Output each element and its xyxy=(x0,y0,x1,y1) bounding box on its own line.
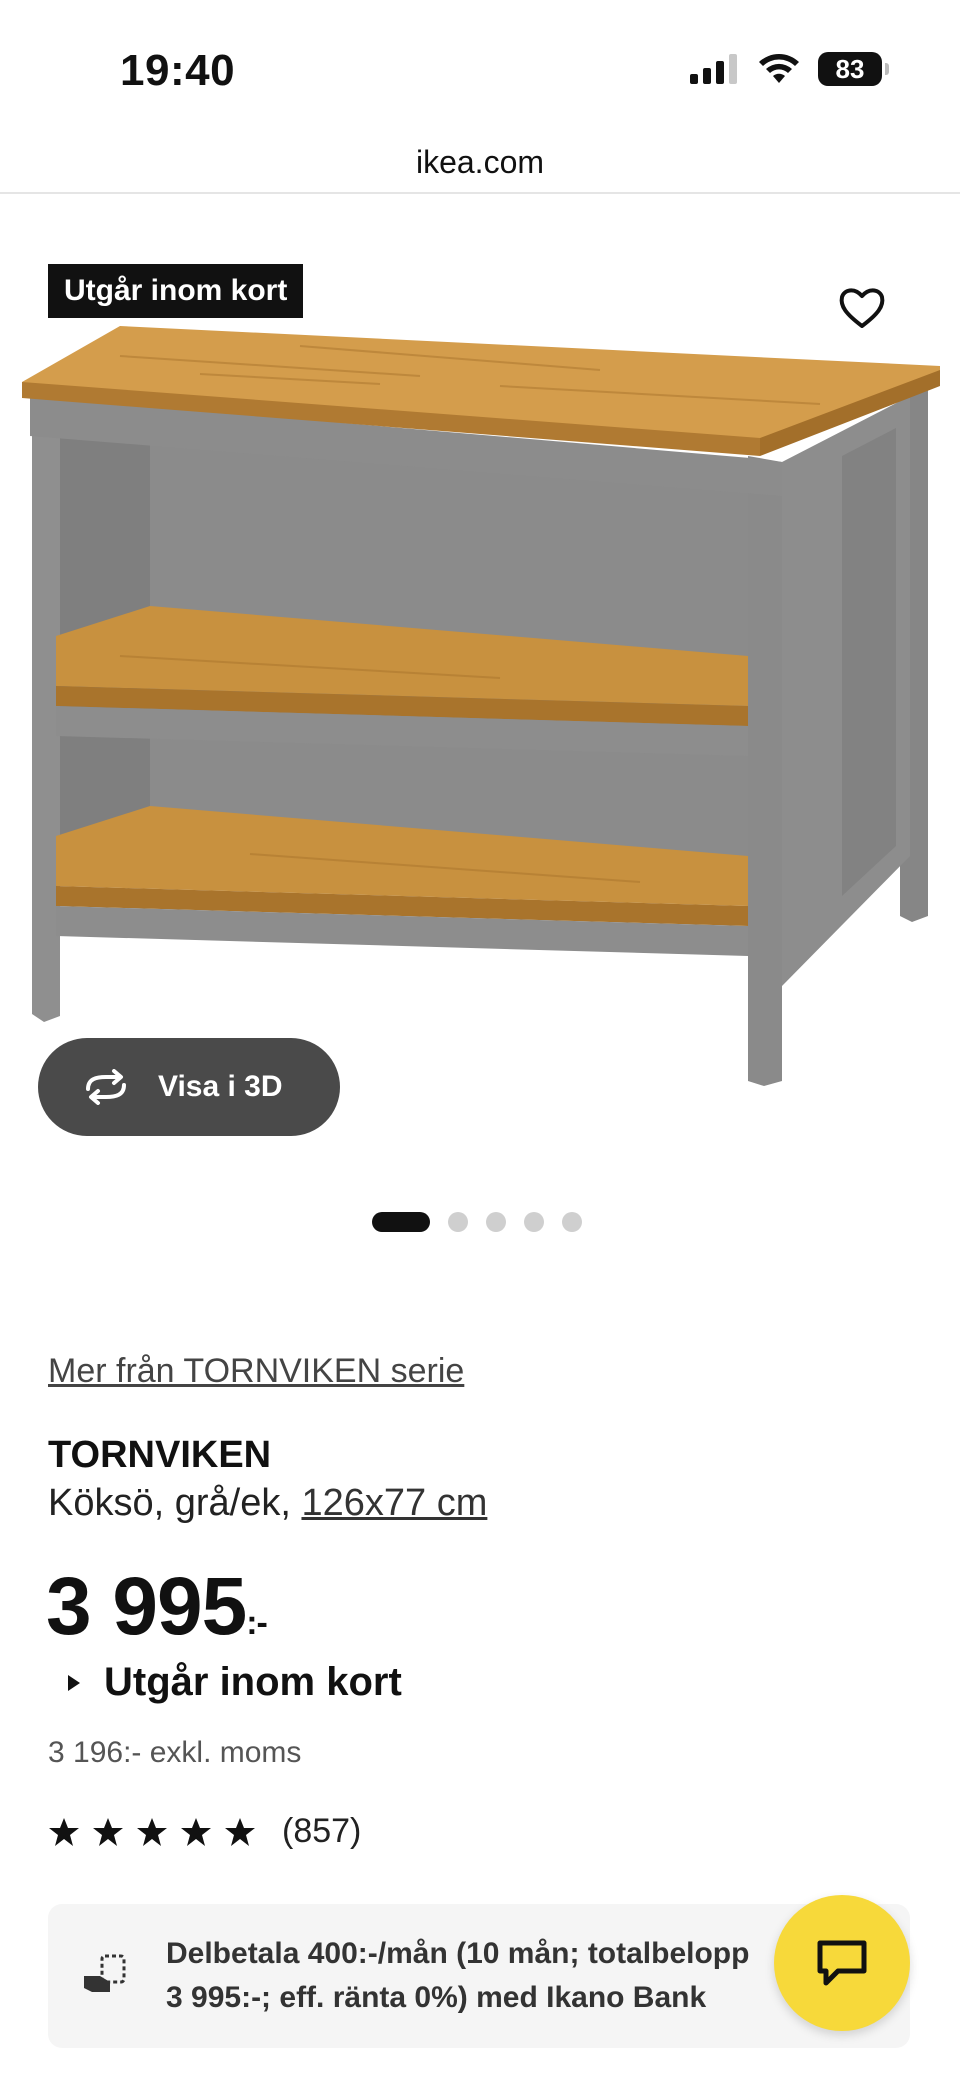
financing-text: Delbetala 400:-/mån (10 mån; totalbelopp… xyxy=(166,1932,866,2020)
view-3d-label: Visa i 3D xyxy=(158,1070,283,1103)
pagination-dot-2[interactable] xyxy=(448,1212,468,1232)
discontinued-label: Utgår inom kort xyxy=(104,1660,402,1704)
pagination-dot-1[interactable] xyxy=(372,1212,430,1232)
discontinued-badge: Utgår inom kort xyxy=(48,264,304,318)
financing-line-1: Delbetala 400:-/mån (10 mån; totalbelopp xyxy=(166,1937,750,1970)
star-icon xyxy=(137,1817,167,1846)
gallery-pagination xyxy=(372,1212,582,1232)
address-bar[interactable]: ikea.com xyxy=(0,130,960,194)
price-value: 3 995 xyxy=(46,1561,247,1652)
product-gallery[interactable]: Utgår inom kort Visa i 3D xyxy=(0,196,960,1256)
star-icon xyxy=(49,1817,79,1846)
rating-count: (857) xyxy=(282,1812,362,1850)
heart-icon[interactable] xyxy=(836,282,888,334)
cellular-signal-icon xyxy=(690,54,737,84)
product-price: 3 995:- xyxy=(46,1560,268,1654)
product-name: TORNVIKEN xyxy=(48,1434,272,1476)
rotate-icon xyxy=(86,1069,126,1105)
star-icon xyxy=(93,1817,123,1846)
payment-hand-icon xyxy=(84,1954,126,1992)
wifi-icon xyxy=(759,54,799,83)
view-3d-button[interactable]: Visa i 3D xyxy=(38,1038,340,1136)
series-link[interactable]: Mer från TORNVIKEN serie xyxy=(48,1352,464,1391)
status-bar: 19:40 83 xyxy=(0,0,960,130)
size-link[interactable]: 126x77 cm xyxy=(301,1482,487,1524)
product-image xyxy=(22,326,940,1086)
chat-bubble-icon xyxy=(817,1940,867,1986)
clock: 19:40 xyxy=(120,46,236,95)
star-icon xyxy=(181,1817,211,1846)
product-description: Köksö, grå/ek, 126x77 cm xyxy=(48,1482,487,1525)
pagination-dot-5[interactable] xyxy=(562,1212,582,1232)
pagination-dot-3[interactable] xyxy=(486,1212,506,1232)
url-text: ikea.com xyxy=(415,144,545,180)
battery-icon: 83 xyxy=(818,52,889,86)
pagination-dot-4[interactable] xyxy=(524,1212,544,1232)
price-excl-vat: 3 196:- exkl. moms xyxy=(48,1736,302,1769)
star-icon xyxy=(225,1817,255,1846)
rating[interactable]: (857) xyxy=(48,1812,361,1851)
caret-right-icon xyxy=(68,1674,80,1691)
chat-button[interactable] xyxy=(774,1895,910,2031)
status-icons: 83 xyxy=(690,52,889,86)
financing-line-2: 3 995:-; eff. ränta 0%) med Ikano Bank xyxy=(166,1981,707,2014)
product-type: Köksö, grå/ek, xyxy=(48,1482,291,1524)
discontinued-toggle[interactable]: Utgår inom kort xyxy=(68,1660,402,1705)
price-suffix: :- xyxy=(246,1604,268,1642)
battery-level: 83 xyxy=(835,53,865,84)
